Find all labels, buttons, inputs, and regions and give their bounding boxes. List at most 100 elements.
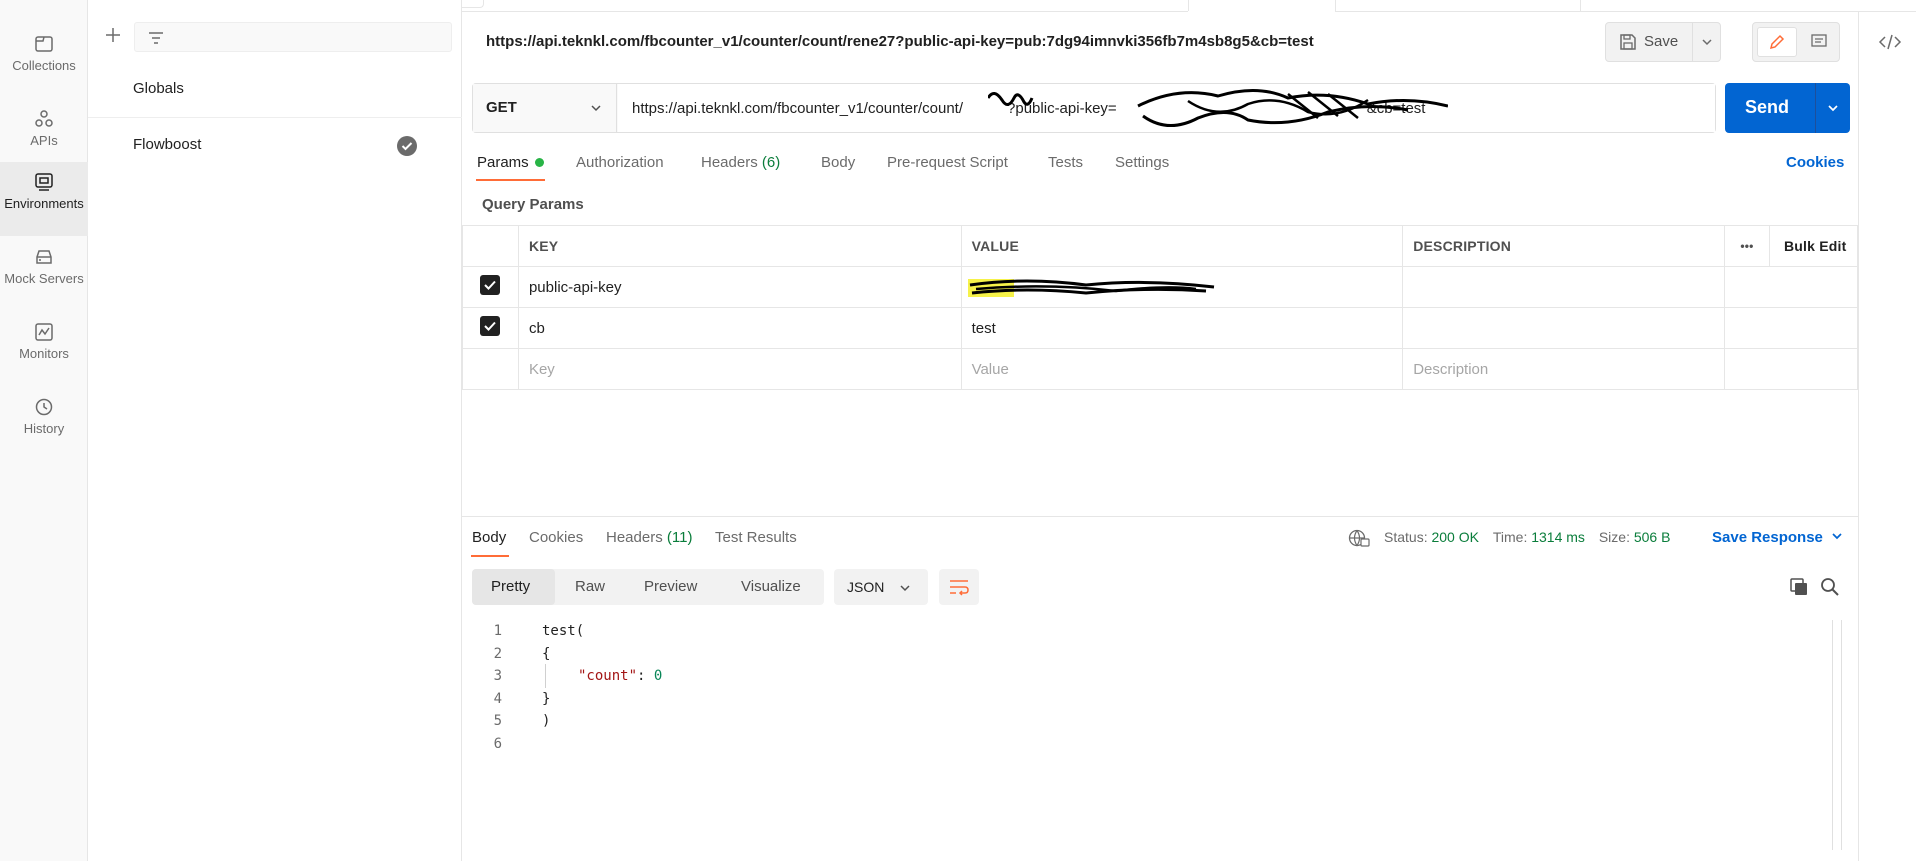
wrap-lines-icon bbox=[950, 580, 969, 596]
url-prefix: https://api.teknkl.com/fbcounter_v1/coun… bbox=[632, 100, 964, 117]
response-tab-cookies[interactable]: Cookies bbox=[529, 529, 583, 546]
response-body-editor[interactable]: 1 test( 2{ 3 "count": 0 4} 5) 6 bbox=[472, 620, 1852, 854]
time-value[interactable]: 1314 ms bbox=[1531, 529, 1585, 545]
nav-collections[interactable]: Collections bbox=[0, 24, 88, 98]
key-cell[interactable]: cb bbox=[517, 307, 962, 349]
tab-body[interactable]: Body bbox=[821, 154, 855, 171]
response-tab-test-results[interactable]: Test Results bbox=[715, 529, 797, 546]
tab-params[interactable]: Params bbox=[477, 154, 544, 171]
nav-monitors[interactable]: Monitors bbox=[0, 312, 88, 386]
description-cell[interactable] bbox=[1402, 307, 1725, 349]
code-line: 2{ bbox=[472, 646, 1852, 666]
edit-mode-button[interactable] bbox=[1757, 27, 1797, 57]
save-response-button[interactable]: Save Response bbox=[1712, 529, 1843, 546]
description-cell[interactable] bbox=[1402, 266, 1725, 308]
code-text: test( bbox=[542, 623, 585, 639]
tab-label: Authorization bbox=[576, 154, 664, 171]
size-label: Size: bbox=[1598, 529, 1630, 545]
row-actions-cell bbox=[1724, 266, 1858, 308]
view-tabs: Pretty Raw Preview Visualize bbox=[472, 569, 824, 605]
method-select[interactable]: GET bbox=[473, 84, 617, 132]
bulk-edit-button[interactable]: Bulk Edit bbox=[1768, 225, 1859, 267]
value-placeholder[interactable]: Value bbox=[960, 348, 1404, 390]
tab-authorization[interactable]: Authorization bbox=[576, 154, 664, 171]
tab-label: Headers bbox=[606, 529, 663, 546]
nav-label: History bbox=[23, 421, 65, 436]
format-select[interactable]: JSON bbox=[834, 569, 928, 605]
active-check-icon[interactable] bbox=[397, 136, 417, 156]
value-cell[interactable]: test bbox=[960, 307, 1404, 349]
code-line: 4} bbox=[472, 691, 1852, 711]
pencil-icon bbox=[1769, 34, 1785, 50]
send-dropdown-button[interactable] bbox=[1816, 83, 1850, 133]
save-icon bbox=[1620, 34, 1636, 50]
view-tab-visualize[interactable]: Visualize bbox=[741, 578, 801, 595]
save-dropdown-button[interactable] bbox=[1693, 23, 1721, 61]
code-snippet-button[interactable] bbox=[1878, 32, 1902, 52]
tab-underline bbox=[476, 179, 545, 181]
view-tab-preview[interactable]: Preview bbox=[644, 578, 697, 595]
response-tab-headers[interactable]: Headers (11) bbox=[606, 529, 692, 546]
view-tab-raw[interactable]: Raw bbox=[575, 578, 605, 595]
cookies-link[interactable]: Cookies bbox=[1786, 154, 1844, 171]
save-button[interactable]: Save bbox=[1606, 23, 1692, 61]
send-button[interactable]: Send bbox=[1725, 83, 1815, 133]
json-sep: : bbox=[637, 668, 654, 684]
comments-button[interactable] bbox=[1801, 27, 1837, 57]
key-cell[interactable]: public-api-key bbox=[517, 266, 962, 308]
nav-label: Monitors bbox=[19, 346, 69, 361]
value-cell[interactable] bbox=[960, 266, 1404, 308]
wrap-lines-button[interactable] bbox=[939, 569, 979, 605]
line-number: 2 bbox=[493, 646, 502, 662]
editor-scrollbar[interactable] bbox=[1832, 620, 1842, 850]
key-placeholder[interactable]: Key bbox=[517, 348, 962, 390]
header-cell bbox=[462, 225, 519, 267]
send-label: Send bbox=[1745, 97, 1790, 117]
filter-input[interactable] bbox=[134, 22, 452, 52]
method-label: GET bbox=[486, 99, 517, 116]
nav-environments[interactable]: Environments bbox=[0, 162, 88, 236]
redaction-scribble bbox=[988, 88, 1448, 127]
tab-count: (11) bbox=[666, 529, 693, 546]
status-value[interactable]: 200 OK bbox=[1431, 529, 1478, 545]
search-icon[interactable] bbox=[1820, 577, 1840, 597]
add-environment-button[interactable] bbox=[102, 24, 124, 46]
table-row-new: Key Value Description bbox=[462, 348, 1858, 390]
save-label: Save bbox=[1644, 33, 1679, 50]
nav-label: APIs bbox=[30, 133, 58, 148]
row-checkbox-cell bbox=[462, 348, 519, 390]
mock-servers-icon bbox=[36, 250, 52, 264]
redaction-scribble bbox=[967, 279, 1214, 297]
code-line: 3 "count": 0 bbox=[472, 664, 1852, 688]
key-header: KEY bbox=[517, 225, 962, 267]
indent-guide bbox=[545, 664, 546, 688]
view-tab-pretty[interactable]: Pretty bbox=[472, 569, 555, 605]
status-label: Status: bbox=[1384, 529, 1428, 545]
table-row: public-api-key bbox=[462, 266, 1858, 308]
more-options-button[interactable]: ••• bbox=[1724, 225, 1770, 267]
response-stats: Status: 200 OK Time: 1314 ms Size: 506 B bbox=[1384, 529, 1670, 545]
row-checkbox[interactable] bbox=[480, 275, 501, 295]
code-line: 6 bbox=[472, 736, 1852, 756]
sidebar-item-globals[interactable]: Globals bbox=[88, 62, 462, 118]
globe-network-icon[interactable] bbox=[1348, 528, 1370, 548]
copy-icon[interactable] bbox=[1789, 577, 1809, 597]
nav-mock-servers[interactable]: Mock Servers bbox=[0, 237, 88, 311]
request-title-url[interactable]: https://api.teknkl.com/fbcounter_v1/coun… bbox=[486, 33, 1314, 50]
code-text: { bbox=[542, 646, 551, 662]
row-checkbox[interactable] bbox=[480, 316, 501, 336]
response-tab-body[interactable]: Body bbox=[472, 529, 506, 546]
tab-settings[interactable]: Settings bbox=[1115, 154, 1169, 171]
tab-tests[interactable]: Tests bbox=[1048, 154, 1083, 171]
url-input[interactable]: https://api.teknkl.com/fbcounter_v1/coun… bbox=[618, 84, 1715, 132]
checkmark-icon bbox=[484, 280, 497, 290]
format-label: JSON bbox=[847, 579, 885, 595]
tab-headers[interactable]: Headers (6) bbox=[701, 154, 780, 171]
sidebar-item-flowboost[interactable]: Flowboost bbox=[88, 118, 462, 174]
nav-history[interactable]: History bbox=[0, 387, 88, 461]
tab-pre-request-script[interactable]: Pre-request Script bbox=[887, 154, 1008, 171]
description-placeholder[interactable]: Description bbox=[1402, 348, 1725, 390]
left-navigation: Collections APIs Environments Mock Serve… bbox=[0, 0, 88, 861]
right-sidebar-border bbox=[1858, 12, 1859, 861]
size-value[interactable]: 506 B bbox=[1634, 529, 1671, 545]
